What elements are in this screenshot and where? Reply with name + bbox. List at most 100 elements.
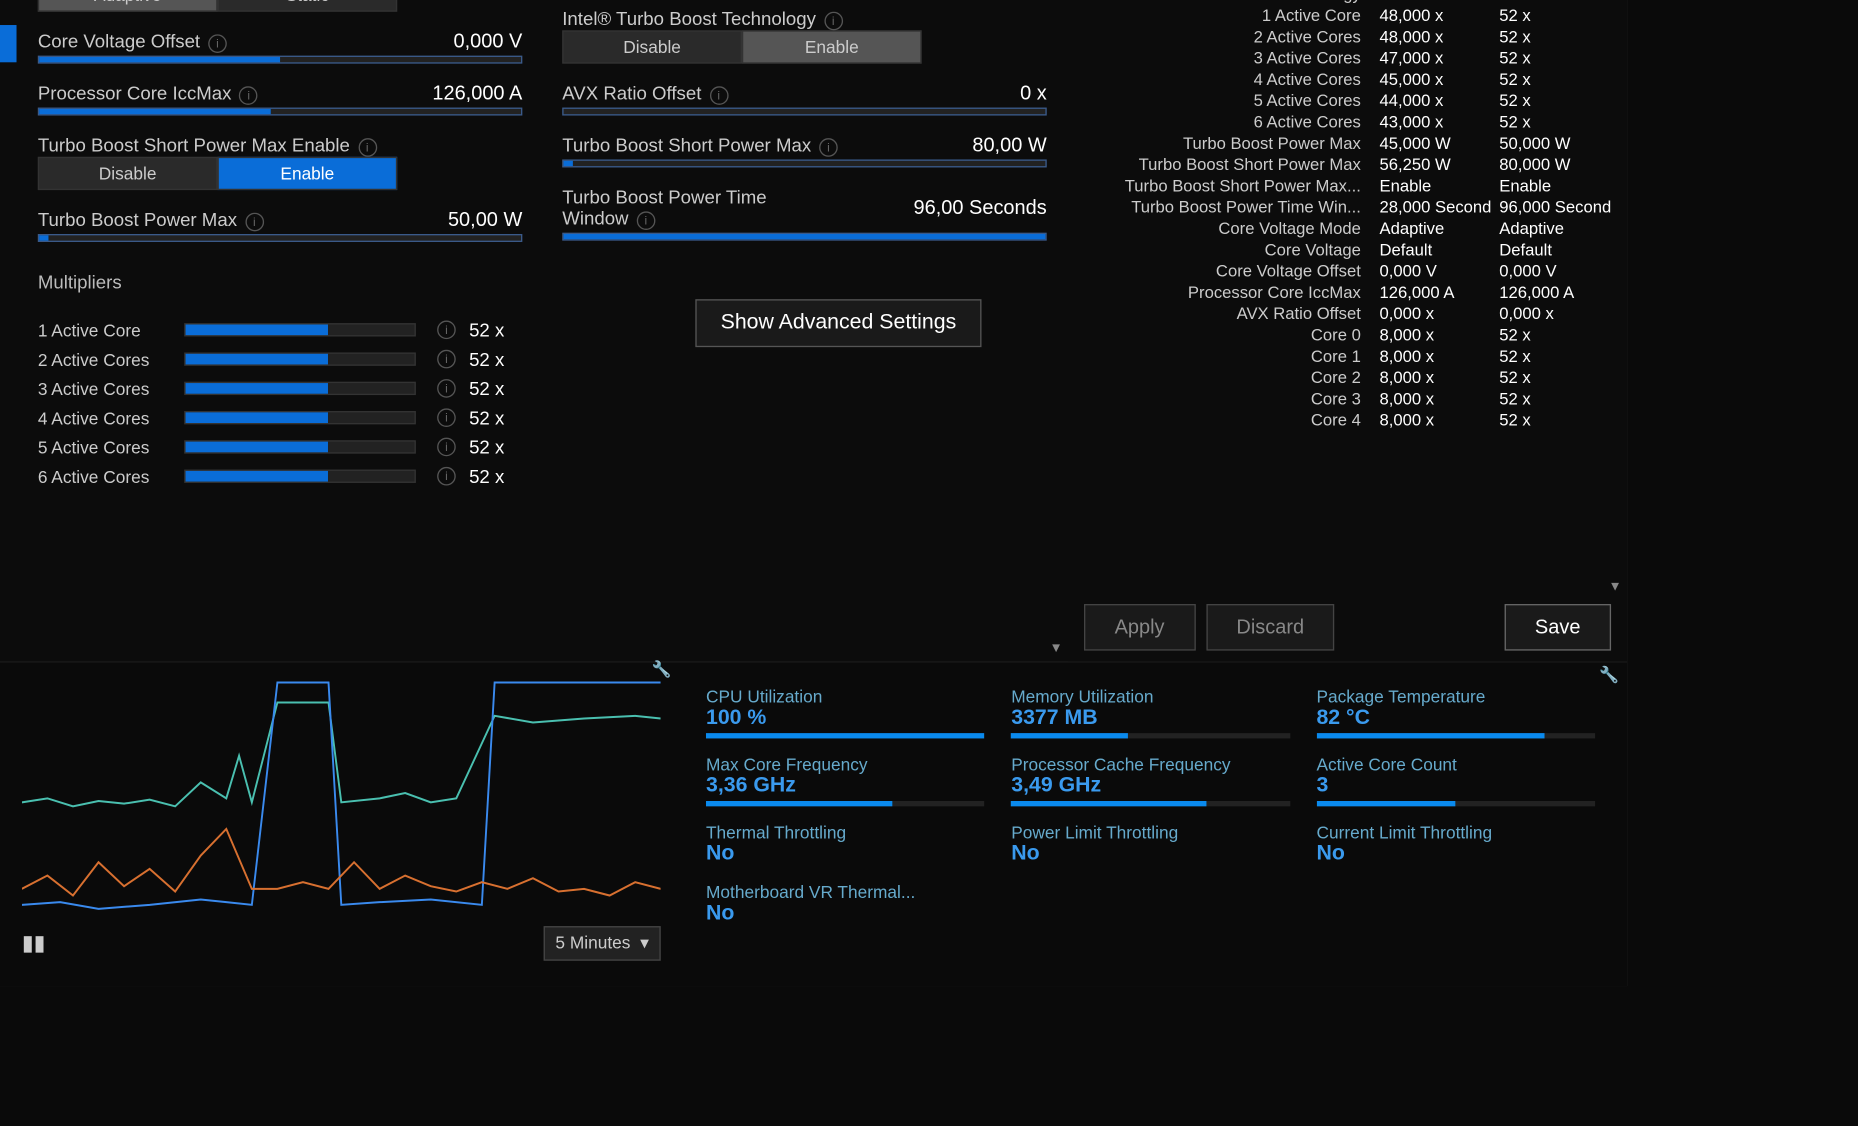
info-icon[interactable]: i [437,350,456,369]
multiplier-value[interactable]: 52 x [469,436,522,457]
turbo-tech-label: Intel® Turbo Boost Technologyi [562,8,842,31]
iccmax-value[interactable]: 126,000 A [432,82,522,105]
info-icon[interactable]: i [239,86,258,105]
row-proposed: Default [1491,241,1611,260]
info-icon[interactable]: i [819,138,838,157]
metric-label: Thermal Throttling [706,822,985,842]
info-icon[interactable]: i [637,211,656,230]
adaptive-option[interactable]: Adaptive [38,0,218,12]
show-advanced-button[interactable]: Show Advanced Settings [695,299,981,347]
info-icon[interactable]: i [437,408,456,427]
nav-basic-tuning[interactable]: Basic Tuning [0,0,17,25]
monitor-graph [22,676,661,916]
scroll-down-icon[interactable]: ▼ [1050,641,1063,656]
info-icon[interactable]: i [437,321,456,340]
row-default: 8,000 x [1371,326,1491,345]
multiplier-slider[interactable] [184,323,416,336]
row-name: 6 Active Cores [1084,113,1371,132]
tb-short-enable-toggle[interactable]: Disable Enable [38,157,397,190]
enable-option[interactable]: Enable [742,30,922,63]
multiplier-label: 4 Active Cores [38,408,171,428]
subnav-all-controls[interactable]: All Controls [0,62,17,90]
save-button[interactable]: Save [1504,604,1611,651]
info-icon[interactable]: i [208,34,227,53]
nav-stress-test[interactable]: Stress Test [0,174,17,211]
info-icon[interactable]: i [437,438,456,457]
multiplier-value[interactable]: 52 x [469,348,522,369]
table-row: Core Voltage Mode Adaptive Adaptive [1084,218,1611,239]
multiplier-slider[interactable] [184,352,416,365]
multiplier-slider[interactable] [184,440,416,453]
subnav-core[interactable]: Core [0,90,17,118]
tb-short-max-value[interactable]: 80,00 W [972,134,1046,157]
multiplier-slider[interactable] [184,382,416,395]
turbo-tech-toggle[interactable]: Disable Enable [562,30,921,63]
discard-button[interactable]: Discard [1206,604,1335,651]
multiplier-label: 1 Active Core [38,320,171,340]
multiplier-label: 3 Active Cores [38,378,171,398]
wrench-icon[interactable]: 🔧 [1599,665,1619,684]
apply-button[interactable]: Apply [1084,604,1195,651]
metric-value: 3377 MB [1011,707,1290,731]
row-name: Intel® Turbo Boost Technology [1084,0,1371,4]
tb-time-window-slider[interactable] [562,233,1046,241]
multiplier-label: 5 Active Cores [38,437,171,457]
row-proposed: 52 x [1491,92,1611,111]
multiplier-value[interactable]: 52 x [469,407,522,428]
controls-col-left: Core Voltage Modei Adaptive Static Core … [38,0,522,648]
subnav-cache[interactable]: Cache [0,118,17,146]
metric-value: 100 % [706,707,985,731]
info-icon[interactable]: i [437,467,456,486]
multiplier-slider[interactable] [184,411,416,424]
core-voltage-mode-toggle[interactable]: Adaptive Static [38,0,397,12]
nav-advanced-tuning[interactable]: Advanced Tuning [0,25,17,62]
nav-benchmarking[interactable]: Benchmarking [0,211,17,248]
row-proposed: 52 x [1491,411,1611,430]
row-name: Core Voltage Offset [1084,262,1371,281]
tb-power-max-value[interactable]: 50,00 W [448,209,522,232]
nav-app-profile-pairing[interactable]: App-Profile Pairing [0,286,17,323]
row-name: Turbo Boost Short Power Max... [1084,177,1371,196]
tb-time-window-value[interactable]: 96,00 Seconds [914,197,1047,220]
pause-button[interactable]: ▮▮ [22,930,45,957]
avx-ratio-value[interactable]: 0 x [1020,82,1047,105]
multiplier-value[interactable]: 52 x [469,466,522,487]
scroll-down-icon[interactable]: ▼ [1609,580,1622,595]
info-icon[interactable]: i [437,379,456,398]
metric-tile: Power Limit Throttling No [1011,822,1290,866]
disable-option[interactable]: Disable [562,30,742,63]
tb-power-max-slider[interactable] [38,234,522,242]
time-range-select[interactable]: 5 Minutes ▾ [543,926,660,961]
core-voltage-offset-value[interactable]: 0,000 V [453,30,522,53]
info-icon[interactable]: i [358,138,377,157]
enable-option[interactable]: Enable [218,157,398,190]
row-name: Core 2 [1084,368,1371,387]
info-icon[interactable]: i [709,86,728,105]
row-name: Core Voltage Mode [1084,219,1371,238]
info-icon[interactable]: i [245,213,264,232]
multiplier-value[interactable]: 52 x [469,319,522,340]
metric-value: No [1011,842,1290,866]
metric-label: Current Limit Throttling [1316,822,1595,842]
row-name: Core Voltage [1084,241,1371,260]
static-option[interactable]: Static [218,0,398,12]
row-default: 0,000 V [1371,262,1491,281]
row-default: 28,000 Seconds [1371,198,1491,217]
disable-option[interactable]: Disable [38,157,218,190]
metric-value: No [706,842,985,866]
tb-short-max-slider[interactable] [562,159,1046,167]
nav-profiles[interactable]: Profiles [0,249,17,286]
core-voltage-offset-slider[interactable] [38,56,522,64]
iccmax-slider[interactable] [38,108,522,116]
metrics-grid: 🔧 CPU Utilization 100 % Memory Utilizati… [674,663,1627,986]
avx-ratio-slider[interactable] [562,108,1046,116]
multiplier-value[interactable]: 52 x [469,378,522,399]
row-default: Default [1371,241,1491,260]
metric-label: Package Temperature [1316,687,1595,707]
subnav-other[interactable]: Other [0,146,17,174]
row-proposed: Enable [1491,0,1611,4]
row-default: 8,000 x [1371,411,1491,430]
controls-col-right: Core Voltagei Default Intel® Turbo Boost… [562,0,1046,648]
info-icon[interactable]: i [824,12,843,31]
multiplier-slider[interactable] [184,470,416,483]
